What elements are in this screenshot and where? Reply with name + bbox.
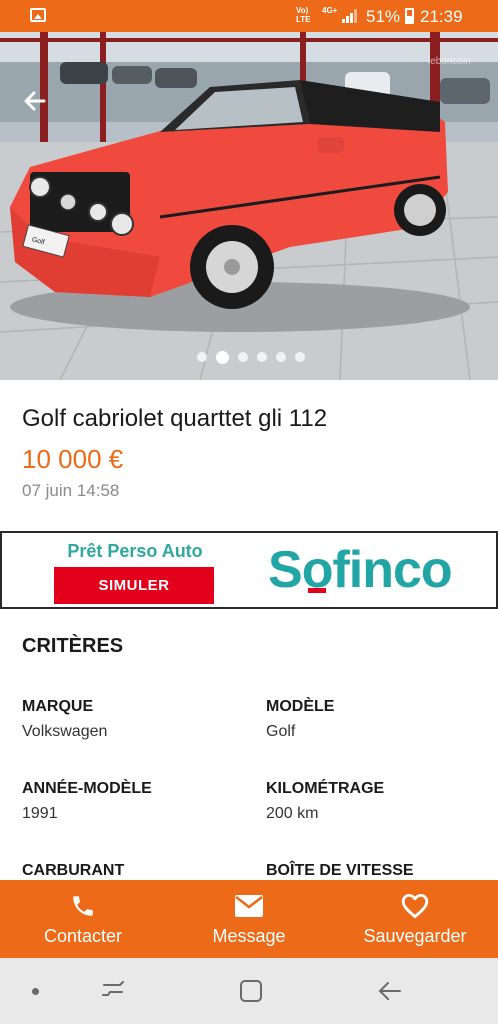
home-icon xyxy=(240,980,262,1002)
criteria-label-mileage: KILOMÉTRAGE xyxy=(266,780,385,797)
ad-headline: Prêt Perso Auto xyxy=(67,541,203,561)
logo-letters-finco: finco xyxy=(332,541,452,599)
sofinco-logo: So finco xyxy=(268,538,453,602)
message-label: Message xyxy=(212,926,286,946)
back-button[interactable] xyxy=(22,88,54,120)
pagination-dot[interactable] xyxy=(238,352,248,362)
network-type: 4G+ xyxy=(322,6,338,15)
clock: 21:39 xyxy=(420,7,463,26)
dot-icon xyxy=(31,987,39,995)
contact-button[interactable]: Contacter xyxy=(26,880,140,958)
signal-icon xyxy=(342,9,357,23)
listing-date: 07 juin 14:58 xyxy=(22,481,120,500)
back-nav-button[interactable] xyxy=(372,974,406,1008)
pagination-dot[interactable] xyxy=(197,352,207,362)
pagination-dot[interactable] xyxy=(216,350,229,364)
back-arrow-icon xyxy=(379,982,401,1000)
battery-percent: 51% xyxy=(366,7,401,26)
criteria-value-year: 1991 xyxy=(22,805,58,822)
image-notification-icon xyxy=(30,8,46,22)
ad-banner[interactable]: Prêt Perso Auto SIMULER So finco xyxy=(0,531,498,609)
pagination-dot[interactable] xyxy=(257,352,267,362)
pagination-dot[interactable] xyxy=(276,352,286,362)
status-bar: Vo) LTE 4G+ 51% 21:39 xyxy=(0,0,498,32)
envelope-icon xyxy=(235,895,263,917)
car-photo: Golf xyxy=(0,32,498,380)
save-button[interactable]: Sauvegarder xyxy=(352,880,478,958)
pagination-dot[interactable] xyxy=(295,352,305,362)
listing-price: 10 000 € xyxy=(22,444,124,474)
watermark: leboncoin xyxy=(428,56,471,67)
arrow-left-icon xyxy=(24,91,46,111)
criteria-value-brand: Volkswagen xyxy=(22,723,108,740)
heart-icon xyxy=(401,893,429,919)
recent-apps-button[interactable] xyxy=(96,974,130,1008)
volte-indicator: Vo) LTE xyxy=(296,6,311,24)
photo-gallery[interactable]: Golf leboncoin xyxy=(0,32,498,380)
system-nav-bar xyxy=(0,958,498,1024)
simulate-button[interactable]: SIMULER xyxy=(54,567,214,604)
gallery-pagination xyxy=(0,349,498,365)
logo-letter-o: o xyxy=(301,541,334,599)
contact-label: Contacter xyxy=(43,926,123,946)
criteria-label-brand: MARQUE xyxy=(22,698,94,715)
criteria-value-model: Golf xyxy=(266,723,296,740)
logo-letter-s: S xyxy=(268,541,303,599)
nav-dot-button[interactable] xyxy=(18,974,52,1008)
criteria-value-mileage: 200 km xyxy=(266,805,319,822)
recent-apps-icon xyxy=(102,981,124,996)
save-label: Sauvegarder xyxy=(363,926,467,946)
home-button[interactable] xyxy=(234,974,268,1008)
listing-title: Golf cabriolet quarttet gli 112 xyxy=(22,405,328,432)
criteria-label-year: ANNÉE-MODÈLE xyxy=(22,780,152,797)
action-bar: Contacter Message Sauvegarder xyxy=(0,880,498,958)
phone-icon xyxy=(73,896,93,916)
message-button[interactable]: Message xyxy=(192,880,306,958)
criteria-title: CRITÈRES xyxy=(22,635,124,657)
criteria-label-gearbox: BOÎTE DE VITESSE xyxy=(266,862,414,879)
criteria-label-fuel: CARBURANT xyxy=(22,862,125,879)
criteria-label-model: MODÈLE xyxy=(266,698,335,715)
battery-icon xyxy=(405,8,414,24)
